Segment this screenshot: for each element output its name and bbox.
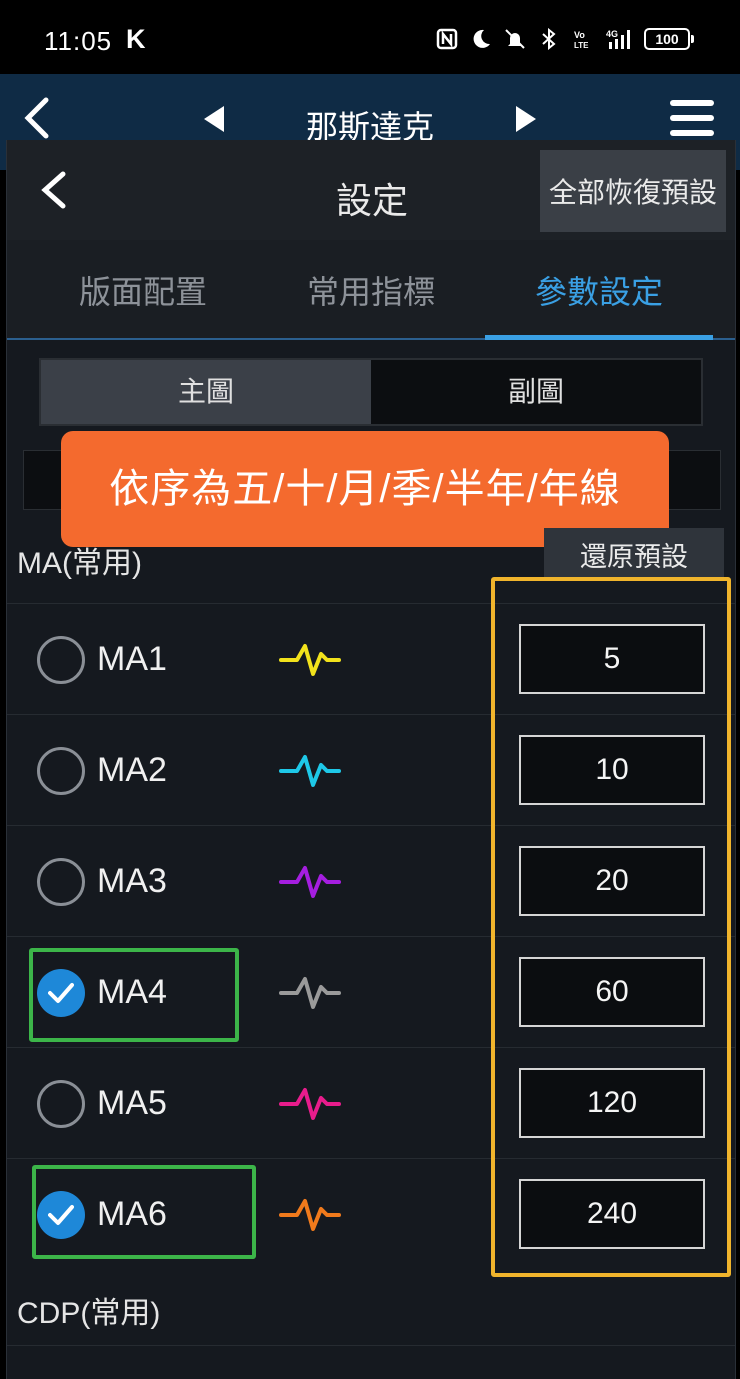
back-arrow-icon[interactable] [37, 170, 71, 210]
status-bar: 11:05 K Vo LTE 4G 100 [0, 0, 740, 74]
hamburger-menu-icon[interactable] [668, 98, 716, 138]
restore-all-defaults-button[interactable]: 全部恢復預設 [540, 150, 726, 232]
4g-signal-icon: 4G [606, 29, 630, 49]
chart-segment-control: 主圖 副圖 [39, 358, 703, 426]
mute-icon [505, 29, 525, 49]
ma-restore-defaults-button[interactable]: 還原預設 [544, 528, 724, 580]
line-color-icon[interactable] [279, 749, 341, 791]
ma-label: MA5 [97, 1084, 167, 1122]
tab-common-indicators[interactable]: 常用指標 [257, 240, 485, 340]
line-color-icon[interactable] [279, 638, 341, 680]
carrier-icon: K [126, 24, 146, 54]
highlight-ma4 [29, 948, 239, 1042]
cdp-row [7, 1345, 735, 1379]
segment-main-chart[interactable]: 主圖 [41, 360, 371, 424]
volte-icon: VoLTE [574, 30, 589, 50]
svg-text:4G: 4G [606, 29, 618, 39]
bluetooth-icon [542, 28, 556, 50]
svg-text:Vo: Vo [574, 30, 585, 40]
ma-section-title: MA(常用) [17, 547, 142, 580]
highlight-ma6 [32, 1165, 256, 1259]
prev-triangle-icon[interactable] [202, 104, 226, 134]
dialog-header: 設定 全部恢復預設 [7, 140, 735, 240]
line-color-icon[interactable] [279, 860, 341, 902]
settings-tabs: 版面配置 常用指標 參數設定 [7, 240, 735, 340]
ma-label: MA3 [97, 862, 167, 900]
radio-button[interactable] [37, 636, 85, 684]
moon-icon [473, 29, 490, 48]
status-time: 11:05 [44, 26, 113, 56]
tab-parameters[interactable]: 參數設定 [485, 240, 713, 340]
segment-sub-chart[interactable]: 副圖 [371, 360, 701, 424]
radio-button[interactable] [37, 858, 85, 906]
battery-icon: 100 [644, 28, 694, 50]
status-icons: Vo LTE 4G 100 [436, 28, 694, 50]
settings-dialog: 設定 全部恢復預設 版面配置 常用指標 參數設定 主圖 副圖 依序為五/十/月/… [6, 140, 736, 1379]
radio-button[interactable] [37, 1080, 85, 1128]
line-color-icon[interactable] [279, 1193, 341, 1235]
back-arrow-icon[interactable] [18, 96, 58, 140]
nfc-icon [436, 28, 458, 50]
cdp-section-title: CDP(常用) [17, 1297, 161, 1330]
next-triangle-icon[interactable] [514, 104, 538, 134]
ma-label: MA2 [97, 751, 167, 789]
dialog-title: 設定 [335, 180, 408, 221]
radio-button[interactable] [37, 747, 85, 795]
svg-text:LTE: LTE [574, 41, 589, 50]
ma-label: MA1 [97, 640, 167, 678]
line-color-icon[interactable] [279, 1082, 341, 1124]
line-color-icon[interactable] [279, 971, 341, 1013]
highlight-values [491, 577, 731, 1277]
tab-layout[interactable]: 版面配置 [29, 240, 257, 340]
